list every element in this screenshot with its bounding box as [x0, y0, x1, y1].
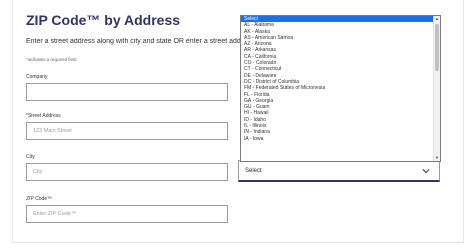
- required-note: *indicates a required field: [26, 57, 77, 62]
- state-dropdown-list[interactable]: Select AL - Alabama AK - Alaska AS - Americ…: [240, 15, 441, 162]
- street-address-placeholder: 123 Main Street: [33, 128, 72, 134]
- zip-code-placeholder: Enter ZIP Code™: [33, 211, 77, 217]
- state-option[interactable]: IA - Iowa: [241, 136, 440, 142]
- scrollbar-thumb[interactable]: [435, 24, 439, 71]
- scroll-up-icon[interactable]: ▲: [434, 16, 440, 22]
- page-title: ZIP Code™ by Address: [26, 12, 181, 28]
- city-field[interactable]: City: [26, 163, 228, 181]
- city-label: City: [26, 154, 35, 160]
- scroll-down-icon[interactable]: ▼: [434, 155, 440, 161]
- company-field[interactable]: [26, 83, 228, 101]
- dropdown-scrollbar[interactable]: ▲ ▼: [433, 16, 440, 161]
- zip-code-field[interactable]: Enter ZIP Code™: [26, 205, 228, 223]
- street-address-label: *Street Address: [26, 113, 61, 119]
- company-label: Company: [26, 74, 48, 80]
- zip-code-label: ZIP Code™: [26, 196, 53, 202]
- intro-text: Enter a street address along with city a…: [26, 38, 240, 45]
- city-placeholder: City: [33, 169, 43, 175]
- state-options: Select AL - Alabama AK - Alaska AS - Americ…: [241, 16, 440, 142]
- chevron-down-icon: [422, 169, 430, 174]
- street-address-field[interactable]: 123 Main Street: [26, 122, 228, 140]
- state-select-value: Select: [245, 168, 262, 174]
- state-select[interactable]: Select: [238, 160, 440, 182]
- page: ZIP Code™ by Address Enter a street addr…: [0, 0, 474, 252]
